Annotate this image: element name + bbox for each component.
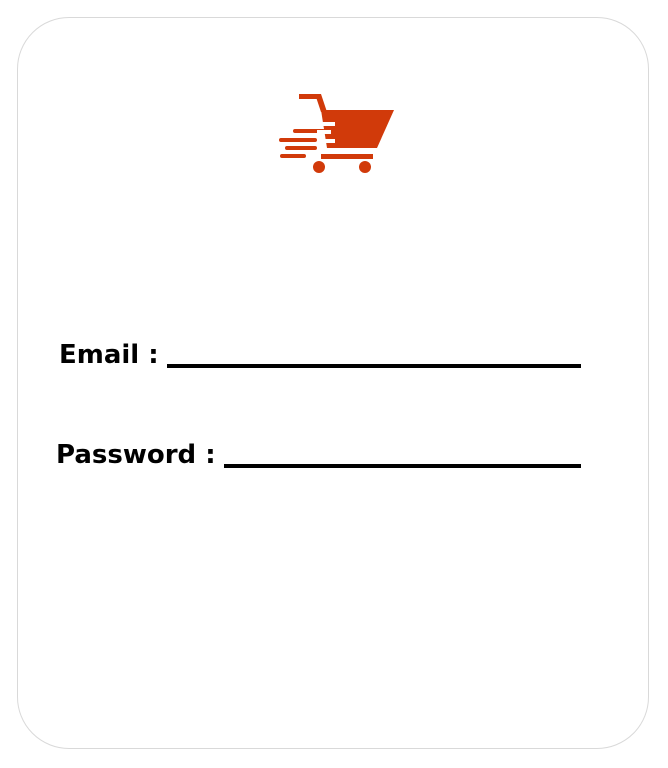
password-label: Password : <box>56 440 216 470</box>
cart-wheel-left <box>313 161 325 173</box>
basket-gap <box>321 139 335 143</box>
speed-line <box>279 138 317 142</box>
cart-base <box>321 154 373 159</box>
shopping-cart-icon <box>279 94 394 173</box>
basket-gap <box>321 122 335 126</box>
cart-handle-post <box>315 94 327 112</box>
email-label: Email : <box>59 340 159 370</box>
speed-line <box>280 154 306 158</box>
speed-line <box>285 146 317 150</box>
email-field[interactable] <box>166 342 581 368</box>
basket-gap <box>317 130 331 134</box>
email-row: Email : <box>59 342 581 368</box>
cart-wheel-right <box>359 161 371 173</box>
password-row: Password : <box>56 442 581 468</box>
password-field[interactable] <box>223 442 581 468</box>
